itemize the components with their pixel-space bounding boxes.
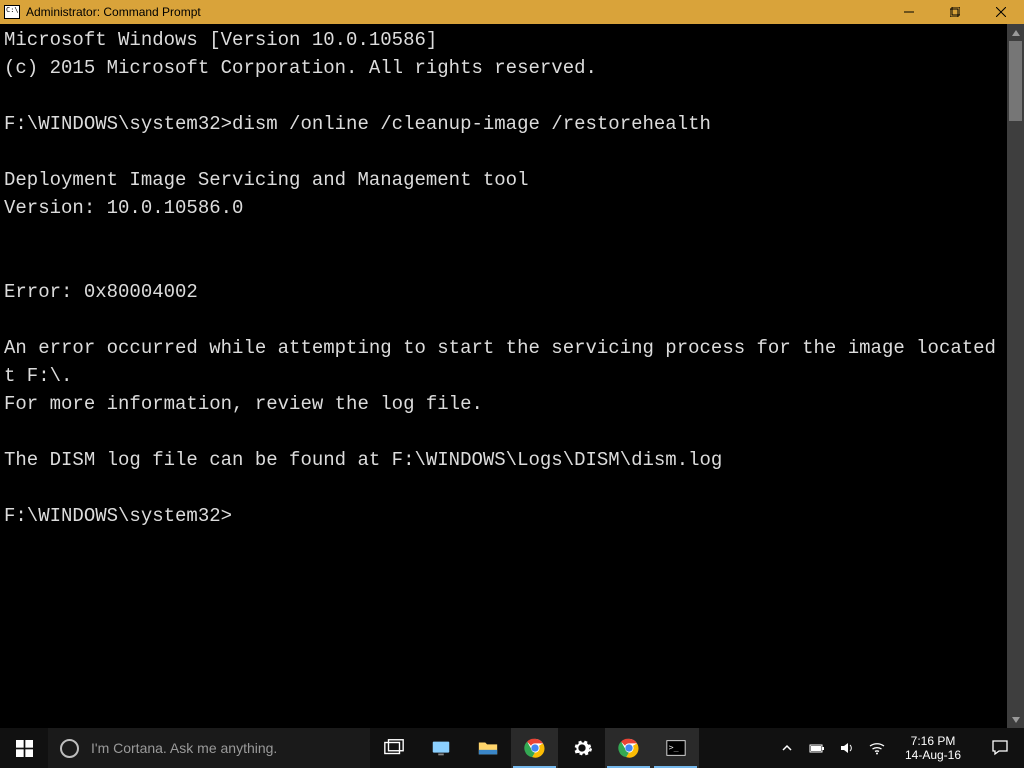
close-button[interactable] [978, 0, 1024, 24]
taskbar-app-chrome-2[interactable] [605, 728, 652, 768]
system-tray: 7:16 PM 14-Aug-16 [770, 728, 1024, 768]
clock-time: 7:16 PM [904, 734, 962, 748]
svg-text:>_: >_ [668, 742, 678, 752]
chrome-icon [524, 737, 546, 759]
notifications-icon [991, 739, 1009, 757]
cmd-system-icon [4, 5, 20, 19]
windows-logo-icon [16, 740, 33, 757]
file-explorer-icon [477, 737, 499, 759]
start-button[interactable] [0, 728, 48, 768]
taskbar-app-cmd[interactable]: >_ [652, 728, 699, 768]
console-output[interactable]: Microsoft Windows [Version 10.0.10586] (… [0, 24, 1024, 728]
taskbar-app-settings[interactable] [558, 728, 605, 768]
window-controls [886, 0, 1024, 24]
vertical-scrollbar[interactable] [1007, 24, 1024, 728]
tray-battery[interactable] [806, 728, 828, 768]
chevron-down-icon [1012, 716, 1020, 724]
tray-overflow-button[interactable] [776, 728, 798, 768]
scrollbar-thumb[interactable] [1009, 41, 1022, 121]
task-view-button[interactable] [370, 728, 417, 768]
command-prompt-icon: >_ [665, 737, 687, 759]
taskbar-app-chrome[interactable] [511, 728, 558, 768]
chevron-up-icon [781, 742, 793, 754]
scroll-up-button[interactable] [1007, 24, 1024, 41]
taskbar: I'm Cortana. Ask me anything. [0, 728, 1024, 768]
window-title: Administrator: Command Prompt [26, 0, 201, 24]
task-view-icon [383, 737, 405, 759]
restore-icon [950, 7, 960, 17]
console-frame: Microsoft Windows [Version 10.0.10586] (… [0, 24, 1024, 728]
cortana-placeholder: I'm Cortana. Ask me anything. [91, 740, 277, 756]
monitor-icon [430, 737, 452, 759]
taskbar-clock[interactable]: 7:16 PM 14-Aug-16 [896, 734, 970, 762]
taskbar-app-file-explorer[interactable] [464, 728, 511, 768]
speaker-icon [839, 740, 855, 756]
minimize-button[interactable] [886, 0, 932, 24]
chevron-up-icon [1012, 29, 1020, 37]
maximize-button[interactable] [932, 0, 978, 24]
taskbar-apps: >_ [370, 728, 699, 768]
cortana-search[interactable]: I'm Cortana. Ask me anything. [48, 728, 370, 768]
action-center-button[interactable] [978, 739, 1022, 757]
taskbar-app-monitor[interactable] [417, 728, 464, 768]
tray-network[interactable] [866, 728, 888, 768]
tray-volume[interactable] [836, 728, 858, 768]
battery-icon [809, 740, 825, 756]
minimize-icon [904, 7, 914, 17]
clock-date: 14-Aug-16 [904, 748, 962, 762]
close-icon [996, 7, 1006, 17]
wifi-icon [869, 740, 885, 756]
scroll-down-button[interactable] [1007, 711, 1024, 728]
chrome-icon [618, 737, 640, 759]
window-titlebar[interactable]: Administrator: Command Prompt [0, 0, 1024, 24]
gear-icon [571, 737, 593, 759]
cortana-icon [60, 739, 79, 758]
